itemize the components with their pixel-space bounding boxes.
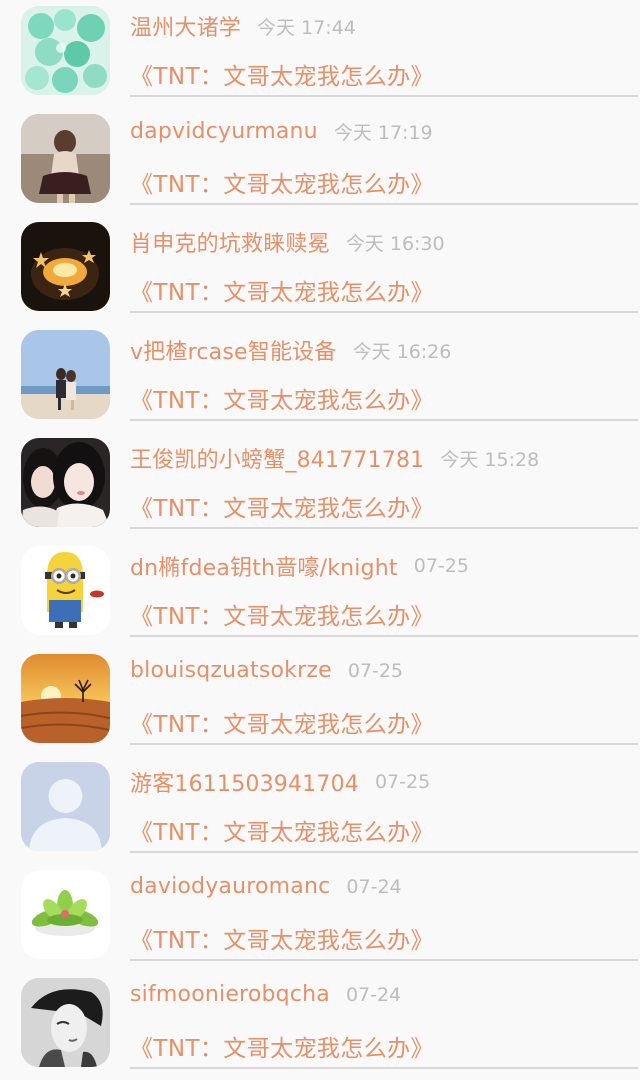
name-line: dapvidcyurmanu 今天 17:19 [130,118,630,152]
divider [130,851,638,853]
timestamp: 今天 17:19 [333,122,433,144]
name-line: 温州大诸学 今天 17:44 [130,10,630,44]
name-line: 肖申克的坑救睐赎冕 今天 16:30 [130,226,630,260]
avatar[interactable] [21,546,110,635]
username[interactable]: 王俊凯的小螃蟹_841771781 [130,448,424,473]
username[interactable]: v把楂rcase智能设备 [130,340,337,365]
book-title-link[interactable]: 《TNT：文哥太宠我怎么办》 [130,381,434,415]
list-item[interactable]: 王俊凯的小螃蟹_841771781 今天 15:28 《TNT：文哥太宠我怎么办》 [0,432,640,540]
list-item[interactable]: sifmoonierobqcha 07-24 《TNT：文哥太宠我怎么办》 [0,972,640,1080]
name-line: blouisqzuatsokrze 07-25 [130,658,630,692]
timestamp: 07-25 [374,771,431,793]
avatar[interactable] [21,870,110,959]
avatar[interactable] [21,762,110,851]
avatar[interactable] [21,6,110,95]
timestamp: 今天 16:26 [352,340,452,363]
timestamp: 07-25 [413,555,469,577]
timestamp: 07-24 [345,983,402,1006]
username[interactable]: dapvidcyurmanu [130,119,318,144]
username[interactable]: 肖申克的坑救睐赎冕 [130,232,330,257]
book-title-link[interactable]: 《TNT：文哥太宠我怎么办》 [130,813,434,847]
username[interactable]: 游客1611503941704 [130,772,359,797]
username[interactable]: sifmoonierobqcha [130,982,330,1007]
divider [130,743,638,745]
list-item[interactable]: 温州大诸学 今天 17:44 《TNT：文哥太宠我怎么办》 [0,0,640,108]
username[interactable]: 温州大诸学 [130,16,241,41]
list-item[interactable]: 肖申克的坑救睐赎冕 今天 16:30 《TNT：文哥太宠我怎么办》 [0,216,640,324]
name-line: sifmoonierobqcha 07-24 [130,982,630,1016]
avatar[interactable] [21,654,110,743]
divider [130,635,638,637]
timestamp: 07-24 [346,875,402,898]
divider [130,95,638,97]
list-item[interactable]: dapvidcyurmanu 今天 17:19 《TNT：文哥太宠我怎么办》 [0,108,640,216]
name-line: dn椭fdea钥th啬嚎/knight 07-25 [130,550,630,584]
username[interactable]: blouisqzuatsokrze [130,658,332,683]
timestamp: 07-25 [347,659,404,682]
divider [130,311,638,313]
divider [130,1067,638,1069]
timestamp: 今天 15:28 [440,448,540,471]
list-item[interactable]: v把楂rcase智能设备 今天 16:26 《TNT：文哥太宠我怎么办》 [0,324,640,432]
avatar[interactable] [21,114,110,203]
divider [130,203,638,205]
book-title-link[interactable]: 《TNT：文哥太宠我怎么办》 [130,165,434,199]
username[interactable]: daviodyauromanc [130,874,330,899]
book-title-link[interactable]: 《TNT：文哥太宠我怎么办》 [130,57,434,91]
timestamp: 今天 17:44 [257,16,356,39]
list-item[interactable]: daviodyauromanc 07-24 《TNT：文哥太宠我怎么办》 [0,864,640,972]
avatar[interactable] [21,438,110,527]
avatar[interactable] [21,978,110,1067]
timestamp: 今天 16:30 [345,232,445,255]
book-title-link[interactable]: 《TNT：文哥太宠我怎么办》 [130,705,434,739]
book-title-link[interactable]: 《TNT：文哥太宠我怎么办》 [130,273,434,307]
avatar[interactable] [21,330,110,419]
list-item[interactable]: 游客1611503941704 07-25 《TNT：文哥太宠我怎么办》 [0,756,640,864]
username[interactable]: dn椭fdea钥th啬嚎/knight [130,556,398,581]
book-title-link[interactable]: 《TNT：文哥太宠我怎么办》 [130,921,434,955]
list-item[interactable]: dn椭fdea钥th啬嚎/knight 07-25 《TNT：文哥太宠我怎么办》 [0,540,640,648]
divider [130,527,638,529]
name-line: daviodyauromanc 07-24 [130,874,630,908]
name-line: 王俊凯的小螃蟹_841771781 今天 15:28 [130,442,630,476]
avatar[interactable] [21,222,110,311]
divider [130,419,638,421]
divider [130,959,638,961]
list-item[interactable]: blouisqzuatsokrze 07-25 《TNT：文哥太宠我怎么办》 [0,648,640,756]
book-title-link[interactable]: 《TNT：文哥太宠我怎么办》 [130,1029,434,1063]
book-title-link[interactable]: 《TNT：文哥太宠我怎么办》 [130,597,434,631]
book-title-link[interactable]: 《TNT：文哥太宠我怎么办》 [130,489,434,523]
name-line: 游客1611503941704 07-25 [130,766,630,800]
comment-list: 温州大诸学 今天 17:44 《TNT：文哥太宠我怎么办》 dapvidcyurm… [0,0,640,1080]
name-line: v把楂rcase智能设备 今天 16:26 [130,334,630,368]
